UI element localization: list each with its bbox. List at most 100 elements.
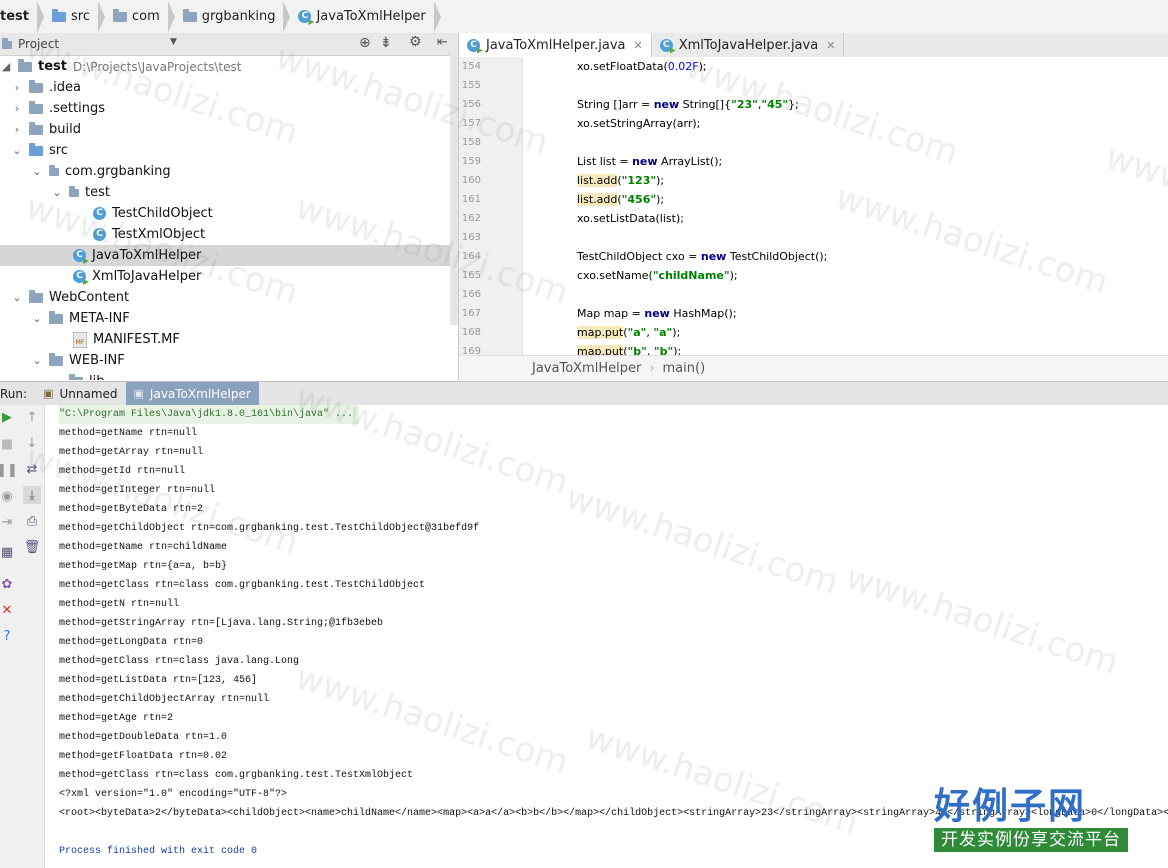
code-line[interactable]: list.add("456"); xyxy=(577,190,664,209)
hide-panel-icon[interactable]: ⇤ xyxy=(437,35,448,50)
breadcrumb-item-test[interactable]: test xyxy=(0,0,37,33)
soft-wrap-icon[interactable]: ⇄ xyxy=(23,460,41,478)
tree-item-meta-inf[interactable]: ⌄ META-INF xyxy=(0,308,458,329)
tree-item-test[interactable]: ◢ test D:\Projects\JavaProjects\test xyxy=(0,56,458,77)
arrow-up-icon[interactable]: ↑ xyxy=(23,408,41,426)
arrow-down-icon[interactable]: ↓ xyxy=(23,434,41,452)
console-line: method=getName rtn=null xyxy=(59,428,198,439)
tab-xmltojavahelper[interactable]: C XmlToJavaHelper.java ✕ xyxy=(652,33,845,57)
restore-layout-icon[interactable]: ⇥ xyxy=(0,513,14,531)
console-line: method=getLongData rtn=0 xyxy=(59,637,204,648)
chevron-down-icon[interactable]: ⌄ xyxy=(51,186,63,199)
chevron-down-icon[interactable]: ⌄ xyxy=(31,165,43,178)
chevron-down-icon[interactable]: ⌄ xyxy=(31,354,43,367)
chevron-right-icon[interactable]: › xyxy=(11,102,23,115)
folder-icon xyxy=(49,310,63,324)
close-icon[interactable]: ✕ xyxy=(0,601,14,619)
rerun-icon[interactable]: ▶ xyxy=(0,408,14,426)
breadcrumb-item-com[interactable]: com xyxy=(109,0,168,33)
tree-item-javatoxmlhelper[interactable]: C JavaToXmlHelper xyxy=(0,245,458,266)
line-number: 154 xyxy=(461,61,481,72)
tab-javatoxmlhelper[interactable]: C JavaToXmlHelper.java ✕ xyxy=(459,33,652,57)
run-tab-javatoxmlhelper[interactable]: ▣ JavaToXmlHelper xyxy=(125,382,259,405)
chevron-right-icon[interactable]: › xyxy=(11,123,23,136)
project-view-selector[interactable]: Project xyxy=(18,37,59,51)
collapse-all-icon[interactable]: ⇟ xyxy=(380,35,392,51)
breadcrumb-item-src[interactable]: src xyxy=(48,0,98,33)
code-line[interactable]: xo.setStringArray(arr); xyxy=(577,114,700,133)
console-line: Process finished with exit code 0 xyxy=(59,846,258,857)
code-line[interactable]: List list = new ArrayList(); xyxy=(577,152,722,171)
tree-item-label: com.grgbanking xyxy=(65,164,171,179)
tree-item-com-grgbanking[interactable]: ⌄ com.grgbanking xyxy=(0,161,458,182)
console-line: <?xml version="1.0" encoding="UTF-8"?> xyxy=(59,789,288,800)
tree-item-build[interactable]: › build xyxy=(0,119,458,140)
stop-icon[interactable]: ■ xyxy=(0,435,14,453)
camera-icon[interactable]: ◉ xyxy=(0,487,14,505)
code-line[interactable]: list.add("123"); xyxy=(577,171,664,190)
expand-arrow-icon[interactable]: ◢ xyxy=(0,60,12,73)
breadcrumb-item-javatoxmlhelper[interactable]: C JavaToXmlHelper xyxy=(294,0,433,33)
gear-icon[interactable]: ⚙ xyxy=(409,34,422,50)
print-icon[interactable]: ⎙ xyxy=(23,512,41,530)
project-scrollbar[interactable] xyxy=(450,55,458,325)
runnable-class-icon: C xyxy=(73,249,86,262)
chevron-right-icon[interactable]: › xyxy=(11,81,23,94)
chevron-right-icon[interactable]: › xyxy=(51,375,63,380)
console-line: method=getMap rtn={a=a, b=b} xyxy=(59,561,228,572)
tree-item-lib[interactable]: › lib xyxy=(0,371,458,380)
close-icon[interactable]: ✕ xyxy=(826,39,835,52)
tree-item-src[interactable]: ⌄ src xyxy=(0,140,458,161)
run-config-icon: ▣ xyxy=(133,387,144,400)
tab-label: XmlToJavaHelper.java xyxy=(678,37,819,53)
tree-item-label: WebContent xyxy=(49,290,130,305)
code-line[interactable]: map.put("a", "a"); xyxy=(577,323,680,342)
chevron-down-icon[interactable]: ▼ xyxy=(170,37,177,47)
chevron-down-icon[interactable]: ⌄ xyxy=(11,291,23,304)
tree-item-label: XmlToJavaHelper xyxy=(92,269,202,284)
code-line[interactable]: TestChildObject cxo = new TestChildObjec… xyxy=(577,247,827,266)
code-line[interactable]: xo.setFloatData(0.02F); xyxy=(577,57,707,76)
tree-item-testxmlobject[interactable]: C TestXmlObject xyxy=(0,224,458,245)
tree-item-manifest[interactable]: MF MANIFEST.MF xyxy=(0,329,458,350)
tree-item-settings[interactable]: › .settings xyxy=(0,98,458,119)
breadcrumb-label: com xyxy=(131,9,160,24)
run-side-actions: ▶ ■ ❚❚ ◉ ⇥ ▦ ✿ ✕ ? xyxy=(0,405,20,868)
run-panel-label: Run: xyxy=(0,386,28,401)
tree-item-test-package[interactable]: ⌄ test xyxy=(0,182,458,203)
tree-item-label: test xyxy=(85,185,110,200)
code-line[interactable]: cxo.setName("childName"); xyxy=(577,266,738,285)
trash-icon[interactable]: 🗑 xyxy=(23,538,41,556)
code-line[interactable]: Map map = new HashMap(); xyxy=(577,304,737,323)
logo-sub-text: 开发实例份享交流平台 xyxy=(934,828,1128,852)
pause-icon[interactable]: ❚❚ xyxy=(0,461,18,479)
help-icon[interactable]: ? xyxy=(0,627,14,645)
code-line[interactable]: String []arr = new String[]{"23","45"}; xyxy=(577,95,799,114)
tree-item-testchildobject[interactable]: C TestChildObject xyxy=(0,203,458,224)
code-line[interactable]: map.put("b", "b"); xyxy=(577,342,681,355)
tree-item-web-inf[interactable]: ⌄ WEB-INF xyxy=(0,350,458,371)
console-line: method=getId rtn=null xyxy=(59,466,186,477)
tree-item-xmltojavahelper[interactable]: C XmlToJavaHelper xyxy=(0,266,458,287)
scroll-to-end-icon[interactable]: ⤓ xyxy=(23,486,41,504)
close-icon[interactable]: ✕ xyxy=(633,39,642,52)
code-line[interactable]: xo.setListData(list); xyxy=(577,209,684,228)
console-line: method=getInteger rtn=null xyxy=(59,485,216,496)
breadcrumb-item-grgbanking[interactable]: grgbanking xyxy=(179,0,284,33)
chevron-down-icon[interactable]: ⌄ xyxy=(11,144,23,157)
tree-item-idea[interactable]: › .idea xyxy=(0,77,458,98)
locate-target-icon[interactable]: ⊕ xyxy=(359,35,371,51)
editor-breadcrumb-method[interactable]: main() xyxy=(663,361,706,376)
tree-item-webcontent[interactable]: ⌄ WebContent xyxy=(0,287,458,308)
chevron-right-icon: › xyxy=(649,361,655,376)
console-line: method=getStringArray rtn=[Ljava.lang.St… xyxy=(59,618,384,629)
chevron-down-icon[interactable]: ⌄ xyxy=(31,312,43,325)
code-editor[interactable]: 154 155 156 157 158 159 160 161 162 163 164 165 166 1… xyxy=(459,57,1168,355)
settings-icon[interactable]: ✿ xyxy=(0,575,14,593)
layout-icon[interactable]: ▦ xyxy=(0,543,14,561)
editor-breadcrumb-class[interactable]: JavaToXmlHelper xyxy=(532,361,641,376)
project-icon xyxy=(2,38,12,49)
line-number: 163 xyxy=(461,232,481,243)
console-line: method=getClass rtn=class com.grgbanking… xyxy=(59,770,414,781)
run-tab-unnamed[interactable]: ▣ Unnamed xyxy=(35,382,125,405)
